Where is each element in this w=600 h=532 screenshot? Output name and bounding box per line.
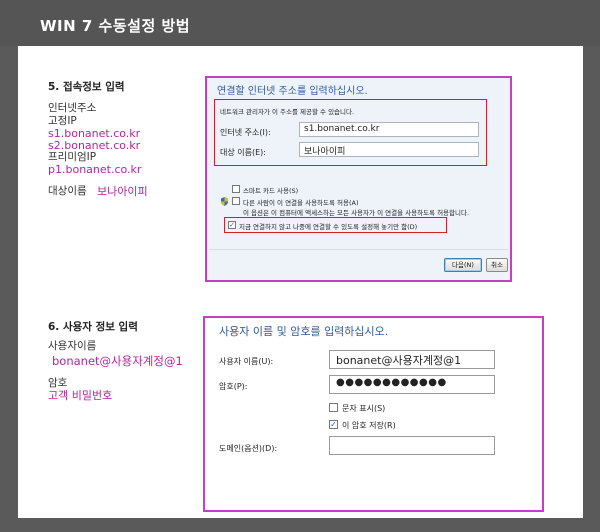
premium-ip-value: p1.bonanet.co.kr: [48, 163, 142, 176]
uac-shield-icon: [221, 197, 228, 206]
dialog-password-label: 암호(P):: [219, 382, 248, 391]
show-characters-label: 문자 표시(S): [342, 404, 386, 413]
username-label: 사용자이름: [48, 340, 97, 352]
internet-address-label: 인터넷 주소(I):: [220, 128, 271, 137]
show-characters-checkbox[interactable]: [329, 403, 338, 412]
admin-note: 네트워크 관리자가 이 주소를 제공할 수 있습니다.: [220, 108, 355, 116]
cancel-button[interactable]: 취소: [486, 258, 508, 272]
content-panel: 5. 접속정보 입력 인터넷주소 고정IP s1.bonanet.co.kr s…: [18, 46, 583, 518]
dialog-username-input[interactable]: bonanet@사용자계정@1: [329, 350, 495, 369]
remember-password-label: 이 암호 저장(R): [342, 421, 396, 430]
domain-label: 도메인(옵션)(D):: [219, 444, 278, 453]
dialog-password-input[interactable]: ●●●●●●●●●●●●: [329, 375, 495, 394]
internet-address-input[interactable]: s1.bonanet.co.kr: [299, 122, 479, 137]
domain-input[interactable]: [329, 436, 495, 455]
username-value: bonanet@사용자계정@1: [52, 354, 183, 368]
dialog1-divider: [209, 249, 508, 250]
allow-others-label: 다른 사람이 이 연결을 사용하도록 허용(A): [243, 199, 359, 207]
dest-label: 대상이름: [48, 185, 87, 197]
remember-password-checkbox[interactable]: ✓: [329, 420, 338, 429]
allow-others-checkbox[interactable]: [232, 197, 240, 205]
vpn-address-dialog: 연결할 인터넷 주소를 입력하십시오. 네트워크 관리자가 이 주소를 제공할 …: [205, 76, 512, 282]
destination-name-input[interactable]: 보나아이피: [299, 142, 479, 157]
dest-value: 보나아이피: [97, 185, 148, 198]
dialog1-heading: 연결할 인터넷 주소를 입력하십시오.: [217, 86, 368, 97]
password-value: 고객 비밀번호: [48, 389, 113, 402]
page-header: WIN 7 수동설정 방법: [0, 0, 600, 46]
dont-connect-checkbox[interactable]: ✓: [228, 221, 236, 229]
section5-title: 5. 접속정보 입력: [48, 81, 125, 93]
smartcard-label: 스마트 카드 사용(S): [243, 187, 299, 195]
credentials-dialog: 사용자 이름 및 암호를 입력하십시오. 사용자 이름(U): bonanet@…: [203, 316, 544, 512]
next-button[interactable]: 다음(N): [444, 258, 482, 272]
dont-connect-label: 지금 연결하지 않고 나중에 연결할 수 있도록 설정해 놓기만 함(D): [239, 223, 418, 231]
destination-name-label: 대상 이름(E):: [220, 148, 266, 157]
dialog-username-label: 사용자 이름(U):: [219, 357, 274, 366]
dialog2-heading: 사용자 이름 및 암호를 입력하십시오.: [219, 325, 389, 338]
section6-title: 6. 사용자 정보 입력: [48, 321, 138, 333]
page-title: WIN 7 수동설정 방법: [40, 17, 191, 35]
smartcard-checkbox[interactable]: [232, 185, 240, 193]
address-label: 인터넷주소: [48, 102, 97, 114]
allow-others-note: 이 옵션은 이 컴퓨터에 액세스하는 모든 사용자가 이 연결을 사용하도록 허…: [243, 209, 470, 217]
